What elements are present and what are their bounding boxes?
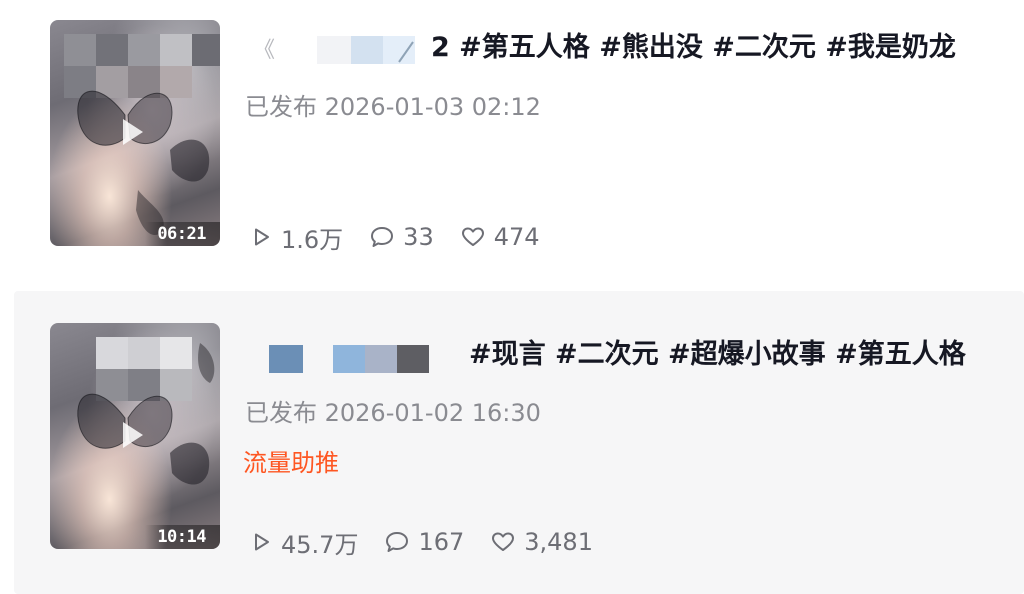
- play-count: 1.6万: [249, 220, 343, 255]
- blurred-title-region: [269, 345, 429, 373]
- comment-icon: [371, 227, 394, 247]
- video-thumbnail[interactable]: 06:21: [50, 20, 220, 246]
- svg-text:《: 《: [253, 38, 275, 63]
- title-hashtags: #现言 #二次元 #超爆小故事 #第五人格: [469, 339, 966, 370]
- video-stats: 45.7万 167 3,481: [249, 525, 619, 559]
- comment-icon: [386, 532, 409, 552]
- publish-time: 已发布 2026-01-02 16:30: [245, 399, 541, 427]
- play-overlay-icon: [123, 422, 143, 448]
- blurred-title-region: 《: [253, 36, 415, 64]
- publish-time: 已发布 2026-01-03 02:12: [245, 93, 541, 121]
- video-duration: 10:14: [145, 525, 220, 549]
- video-card[interactable]: 06:21 《 2 #第五人格 #熊出没 #二次元 #我是奶龙 已发布 2026…: [0, 0, 1024, 286]
- play-count-icon: [255, 228, 269, 246]
- heart-icon: [461, 227, 484, 246]
- video-thumbnail[interactable]: 10:14: [50, 323, 220, 549]
- video-card[interactable]: 10:14 #现言 #二次元 #超爆小故事 #第五人格 已发布 2026-01-…: [14, 291, 1024, 594]
- heart-icon: [492, 532, 515, 551]
- video-title[interactable]: 《 2 #第五人格 #熊出没 #二次元 #我是奶龙: [247, 28, 1007, 68]
- title-hashtags: 2 #第五人格 #熊出没 #二次元 #我是奶龙: [431, 32, 956, 63]
- video-title[interactable]: #现言 #二次元 #超爆小故事 #第五人格: [247, 335, 1007, 375]
- comment-count: 167: [384, 528, 464, 556]
- traffic-boost-link[interactable]: 流量助推: [243, 447, 339, 479]
- video-duration: 06:21: [145, 222, 220, 246]
- play-count: 45.7万: [249, 525, 358, 560]
- video-stats: 1.6万 33 474: [249, 220, 566, 254]
- play-count-icon: [255, 533, 269, 551]
- comment-count: 33: [369, 223, 434, 251]
- like-count: 474: [460, 223, 540, 251]
- like-count: 3,481: [490, 528, 593, 556]
- play-overlay-icon: [123, 119, 143, 145]
